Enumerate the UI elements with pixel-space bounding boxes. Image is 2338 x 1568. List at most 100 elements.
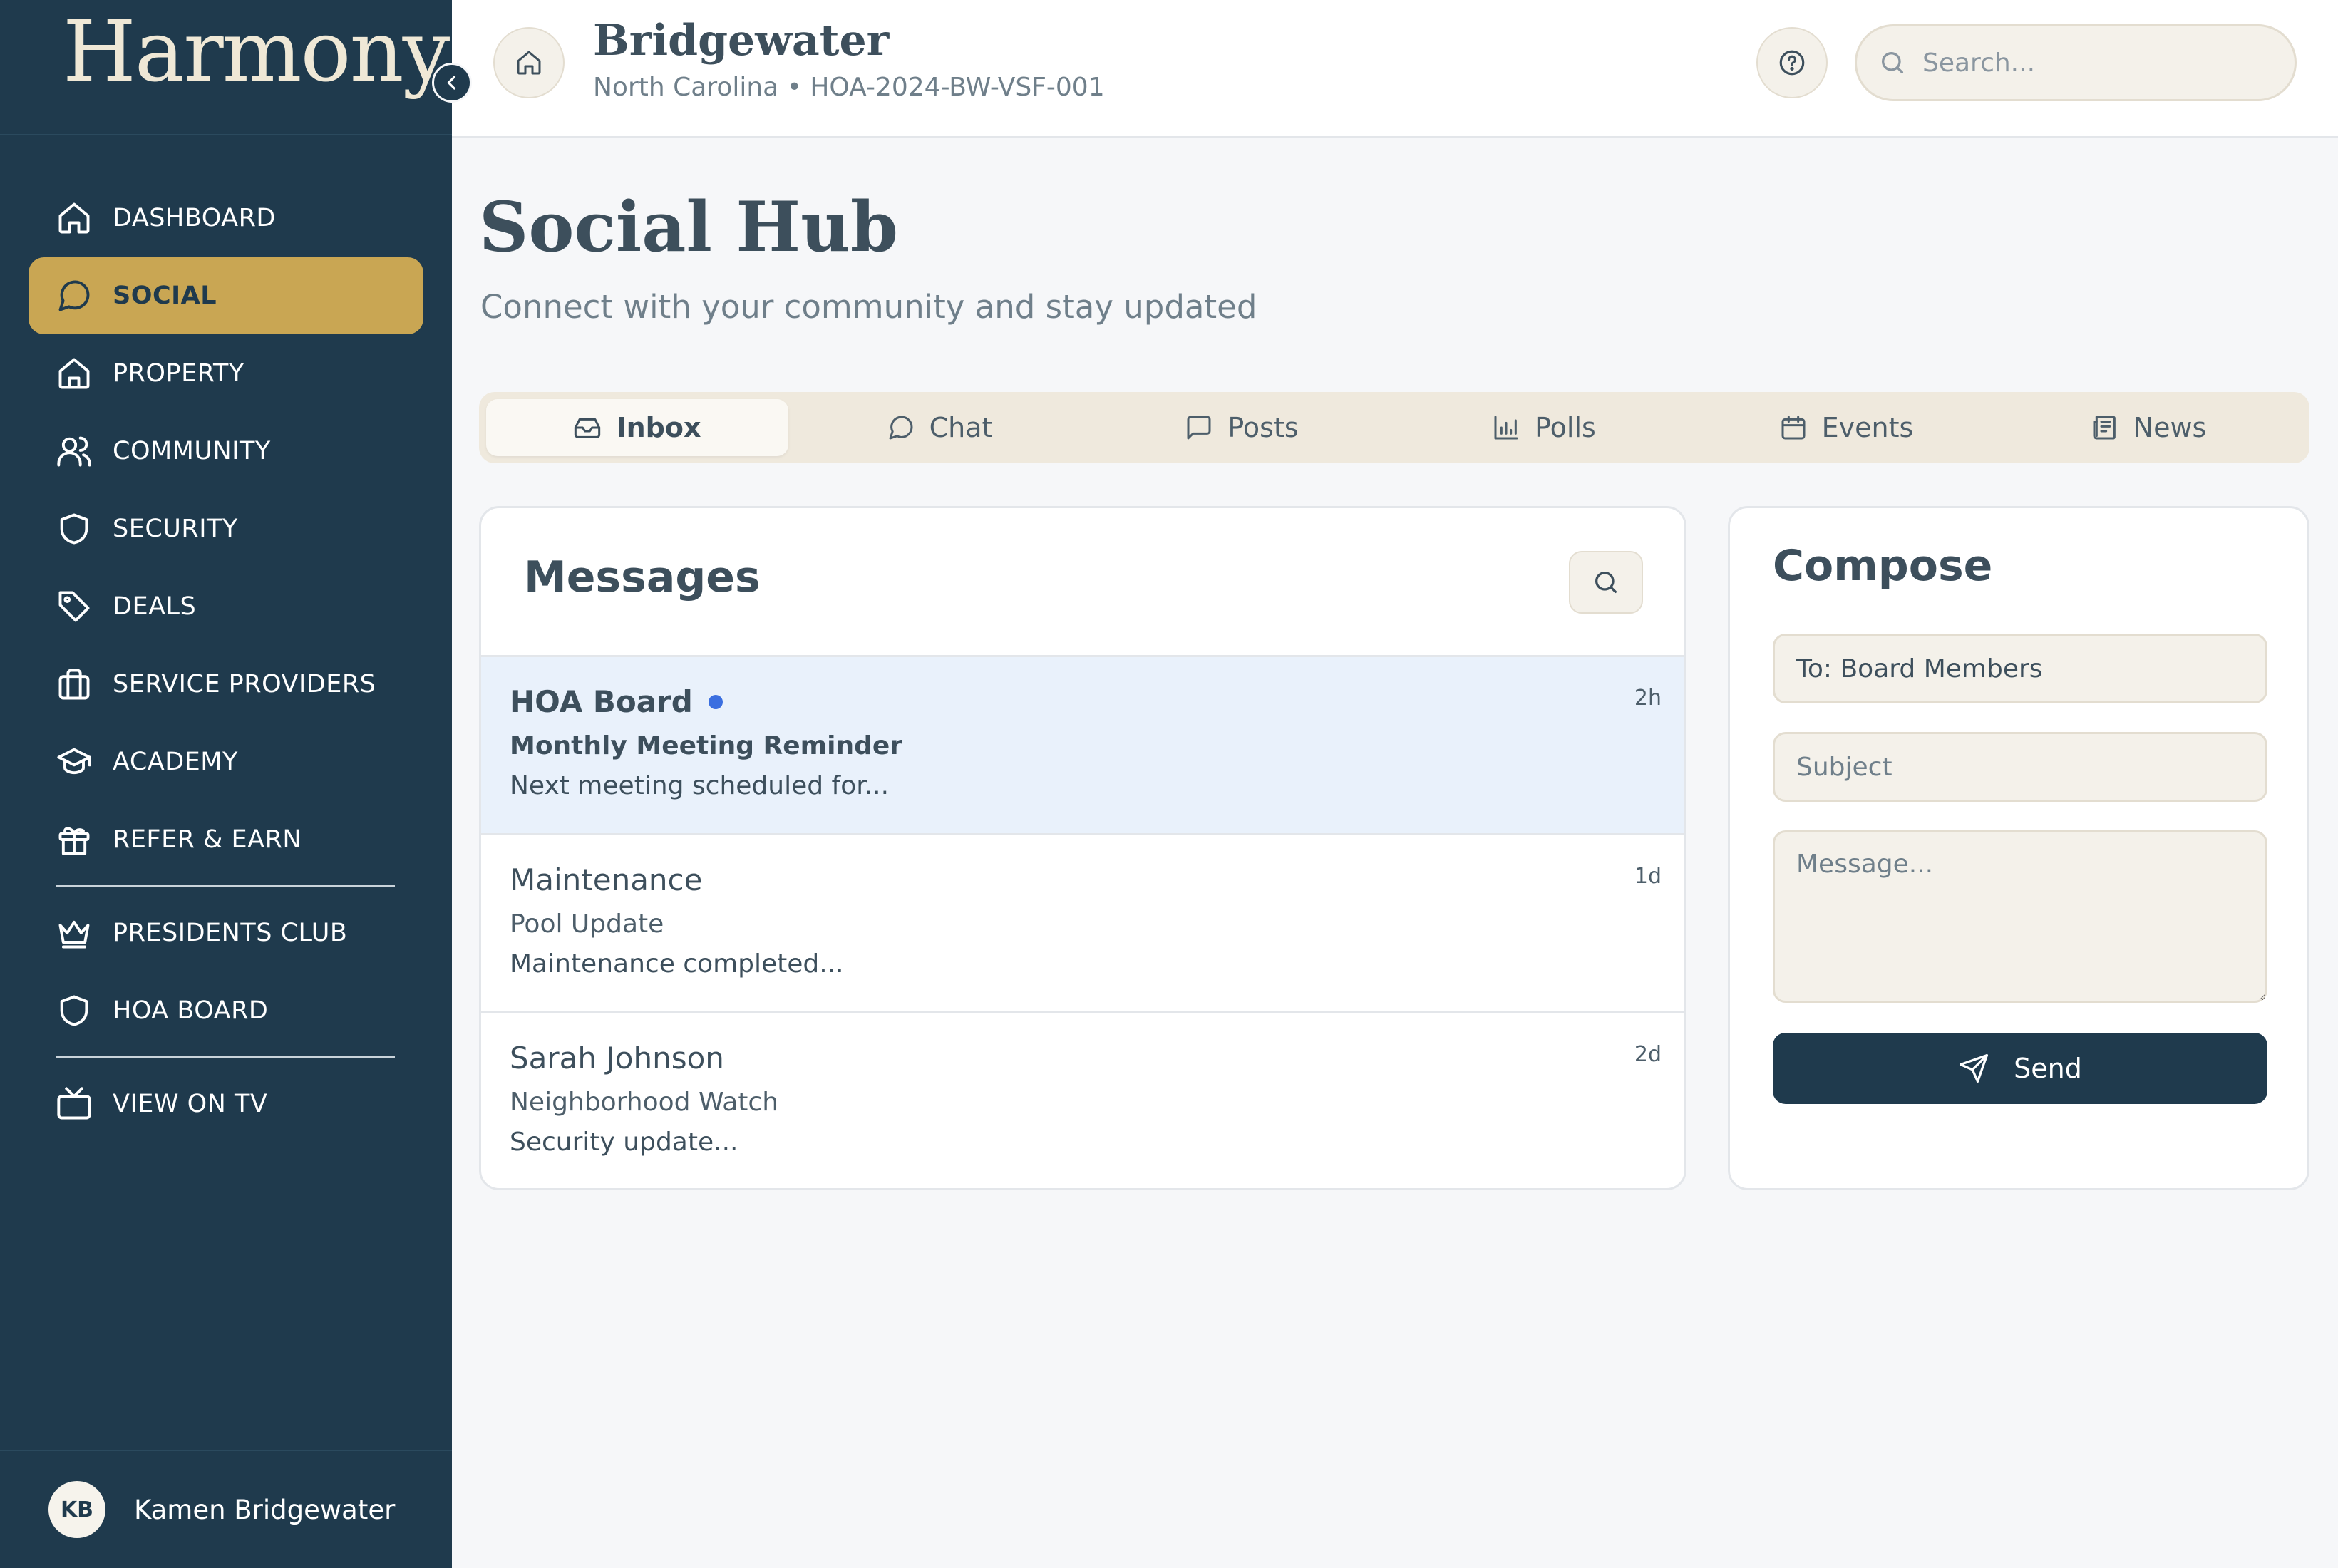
user-name: Kamen Bridgewater bbox=[134, 1494, 396, 1525]
sidebar-item-view-on-tv[interactable]: VIEW ON TV bbox=[29, 1066, 423, 1143]
message-subject: Monthly Meeting Reminder bbox=[510, 731, 903, 760]
sidebar-item-label: REFER & EARN bbox=[113, 825, 302, 854]
sidebar-item-deals[interactable]: DEALS bbox=[29, 568, 423, 645]
messages-search-button[interactable] bbox=[1569, 551, 1643, 614]
subject-field[interactable] bbox=[1773, 732, 2267, 802]
tab-posts[interactable]: Posts bbox=[1091, 399, 1393, 456]
sidebar-item-label: VIEW ON TV bbox=[113, 1090, 268, 1118]
message-sender: HOA Board bbox=[510, 684, 693, 719]
bar-chart-icon bbox=[1494, 416, 1518, 440]
sidebar-item-academy[interactable]: ACADEMY bbox=[29, 723, 423, 800]
tab-label: Events bbox=[1821, 412, 1914, 443]
sidebar-item-label: SERVICE PROVIDERS bbox=[113, 670, 376, 698]
calendar-icon bbox=[1781, 416, 1806, 440]
sidebar: Harmony DASHBOARD SOCIAL PROPERTY COMMUN… bbox=[0, 0, 452, 1568]
message-preview: Maintenance completed... bbox=[510, 949, 844, 979]
home-button[interactable] bbox=[493, 27, 565, 98]
sidebar-collapse-button[interactable] bbox=[432, 63, 472, 103]
message-time: 2d bbox=[1634, 1042, 1662, 1067]
tab-chat[interactable]: Chat bbox=[788, 399, 1091, 456]
message-subject: Neighborhood Watch bbox=[510, 1088, 779, 1117]
tab-label: Posts bbox=[1227, 412, 1299, 443]
tab-label: Polls bbox=[1535, 412, 1596, 443]
messages-title: Messages bbox=[524, 552, 761, 602]
sidebar-item-label: HOA BOARD bbox=[113, 996, 269, 1025]
message-item[interactable]: HOA Board Monthly Meeting Reminder Next … bbox=[481, 655, 1684, 833]
shield-icon bbox=[60, 513, 88, 545]
user-profile[interactable]: KB Kamen Bridgewater bbox=[0, 1450, 452, 1568]
logo[interactable]: Harmony bbox=[0, 0, 452, 135]
sidebar-item-label: PROPERTY bbox=[113, 359, 244, 388]
recipient-field[interactable] bbox=[1773, 634, 2267, 703]
chat-bubble-icon bbox=[889, 416, 913, 440]
org-subtitle: North Carolina • HOA-2024-BW-VSF-001 bbox=[593, 73, 1105, 102]
tab-events[interactable]: Events bbox=[1695, 399, 1997, 456]
help-icon bbox=[1779, 50, 1805, 76]
sidebar-item-security[interactable]: SECURITY bbox=[29, 490, 423, 567]
home-icon bbox=[58, 202, 90, 234]
send-icon bbox=[1960, 1054, 1989, 1083]
message-field[interactable] bbox=[1773, 830, 2267, 1003]
home-icon bbox=[517, 51, 541, 75]
tv-icon bbox=[57, 1087, 91, 1120]
message-item[interactable]: Sarah Johnson Neighborhood Watch Securit… bbox=[481, 1011, 1684, 1188]
sidebar-item-presidents-club[interactable]: PRESIDENTS CLUB bbox=[29, 894, 423, 971]
nav-divider bbox=[56, 885, 395, 887]
shield-icon bbox=[60, 995, 88, 1026]
message-preview: Security update... bbox=[510, 1128, 738, 1157]
sidebar-item-social[interactable]: SOCIAL bbox=[29, 257, 423, 334]
search-icon bbox=[1882, 52, 1903, 74]
sidebar-item-service-providers[interactable]: SERVICE PROVIDERS bbox=[29, 646, 423, 723]
logo-text: Harmony bbox=[63, 2, 450, 100]
nav-divider bbox=[56, 1056, 395, 1058]
sidebar-item-label: PRESIDENTS CLUB bbox=[113, 919, 348, 947]
message-subject: Pool Update bbox=[510, 909, 664, 939]
top-bar: Bridgewater North Carolina • HOA-2024-BW… bbox=[452, 0, 2338, 138]
tab-inbox[interactable]: Inbox bbox=[486, 399, 788, 456]
sidebar-item-community[interactable]: COMMUNITY bbox=[29, 413, 423, 490]
message-sender: Sarah Johnson bbox=[510, 1041, 724, 1076]
compose-title: Compose bbox=[1773, 541, 1993, 591]
sidebar-item-hoa-board[interactable]: HOA BOARD bbox=[29, 972, 423, 1049]
social-tabs: Inbox Chat Posts Polls Events News bbox=[479, 392, 2309, 463]
sidebar-item-property[interactable]: PROPERTY bbox=[29, 335, 423, 412]
sidebar-item-label: ACADEMY bbox=[113, 748, 238, 776]
sidebar-item-dashboard[interactable]: DASHBOARD bbox=[29, 180, 423, 257]
message-time: 1d bbox=[1634, 864, 1662, 889]
sidebar-item-label: DEALS bbox=[113, 592, 197, 621]
tab-news[interactable]: News bbox=[1997, 399, 2300, 456]
house-icon bbox=[58, 358, 90, 389]
sidebar-item-label: DASHBOARD bbox=[113, 204, 276, 232]
sidebar-item-refer-earn[interactable]: REFER & EARN bbox=[29, 801, 423, 878]
send-label: Send bbox=[2014, 1053, 2082, 1084]
sidebar-item-label: SOCIAL bbox=[113, 282, 217, 310]
message-sender: Maintenance bbox=[510, 862, 703, 897]
avatar: KB bbox=[48, 1481, 105, 1538]
help-button[interactable] bbox=[1756, 27, 1828, 98]
tab-polls[interactable]: Polls bbox=[1393, 399, 1695, 456]
message-item[interactable]: Maintenance Pool Update Maintenance comp… bbox=[481, 833, 1684, 1011]
tab-label: Chat bbox=[929, 412, 993, 443]
messages-panel: Messages HOA Board Monthly Meeting Remin… bbox=[479, 506, 1686, 1190]
gift-icon bbox=[58, 827, 90, 855]
message-preview: Next meeting scheduled for... bbox=[510, 771, 890, 800]
send-button[interactable]: Send bbox=[1773, 1033, 2267, 1104]
message-sender-row: Sarah Johnson bbox=[510, 1041, 724, 1076]
graduation-cap-icon bbox=[57, 748, 91, 775]
message-time: 2h bbox=[1634, 686, 1662, 711]
chevron-left-icon bbox=[447, 76, 456, 90]
compose-panel: Compose Send bbox=[1728, 506, 2309, 1190]
sidebar-item-label: COMMUNITY bbox=[113, 437, 271, 465]
org-name: Bridgewater bbox=[593, 16, 890, 66]
message-sender-row: Maintenance bbox=[510, 862, 702, 897]
message-square-icon bbox=[1187, 416, 1211, 440]
page-title: Social Hub bbox=[479, 187, 898, 267]
search-input[interactable] bbox=[1922, 48, 2265, 78]
chat-bubble-icon bbox=[58, 280, 90, 311]
newspaper-icon bbox=[2093, 416, 2116, 440]
inbox-icon bbox=[575, 418, 601, 438]
tab-label: Inbox bbox=[616, 412, 701, 443]
message-sender-row: HOA Board bbox=[510, 684, 723, 719]
search-bar[interactable] bbox=[1855, 24, 2297, 101]
tag-icon bbox=[58, 591, 90, 622]
